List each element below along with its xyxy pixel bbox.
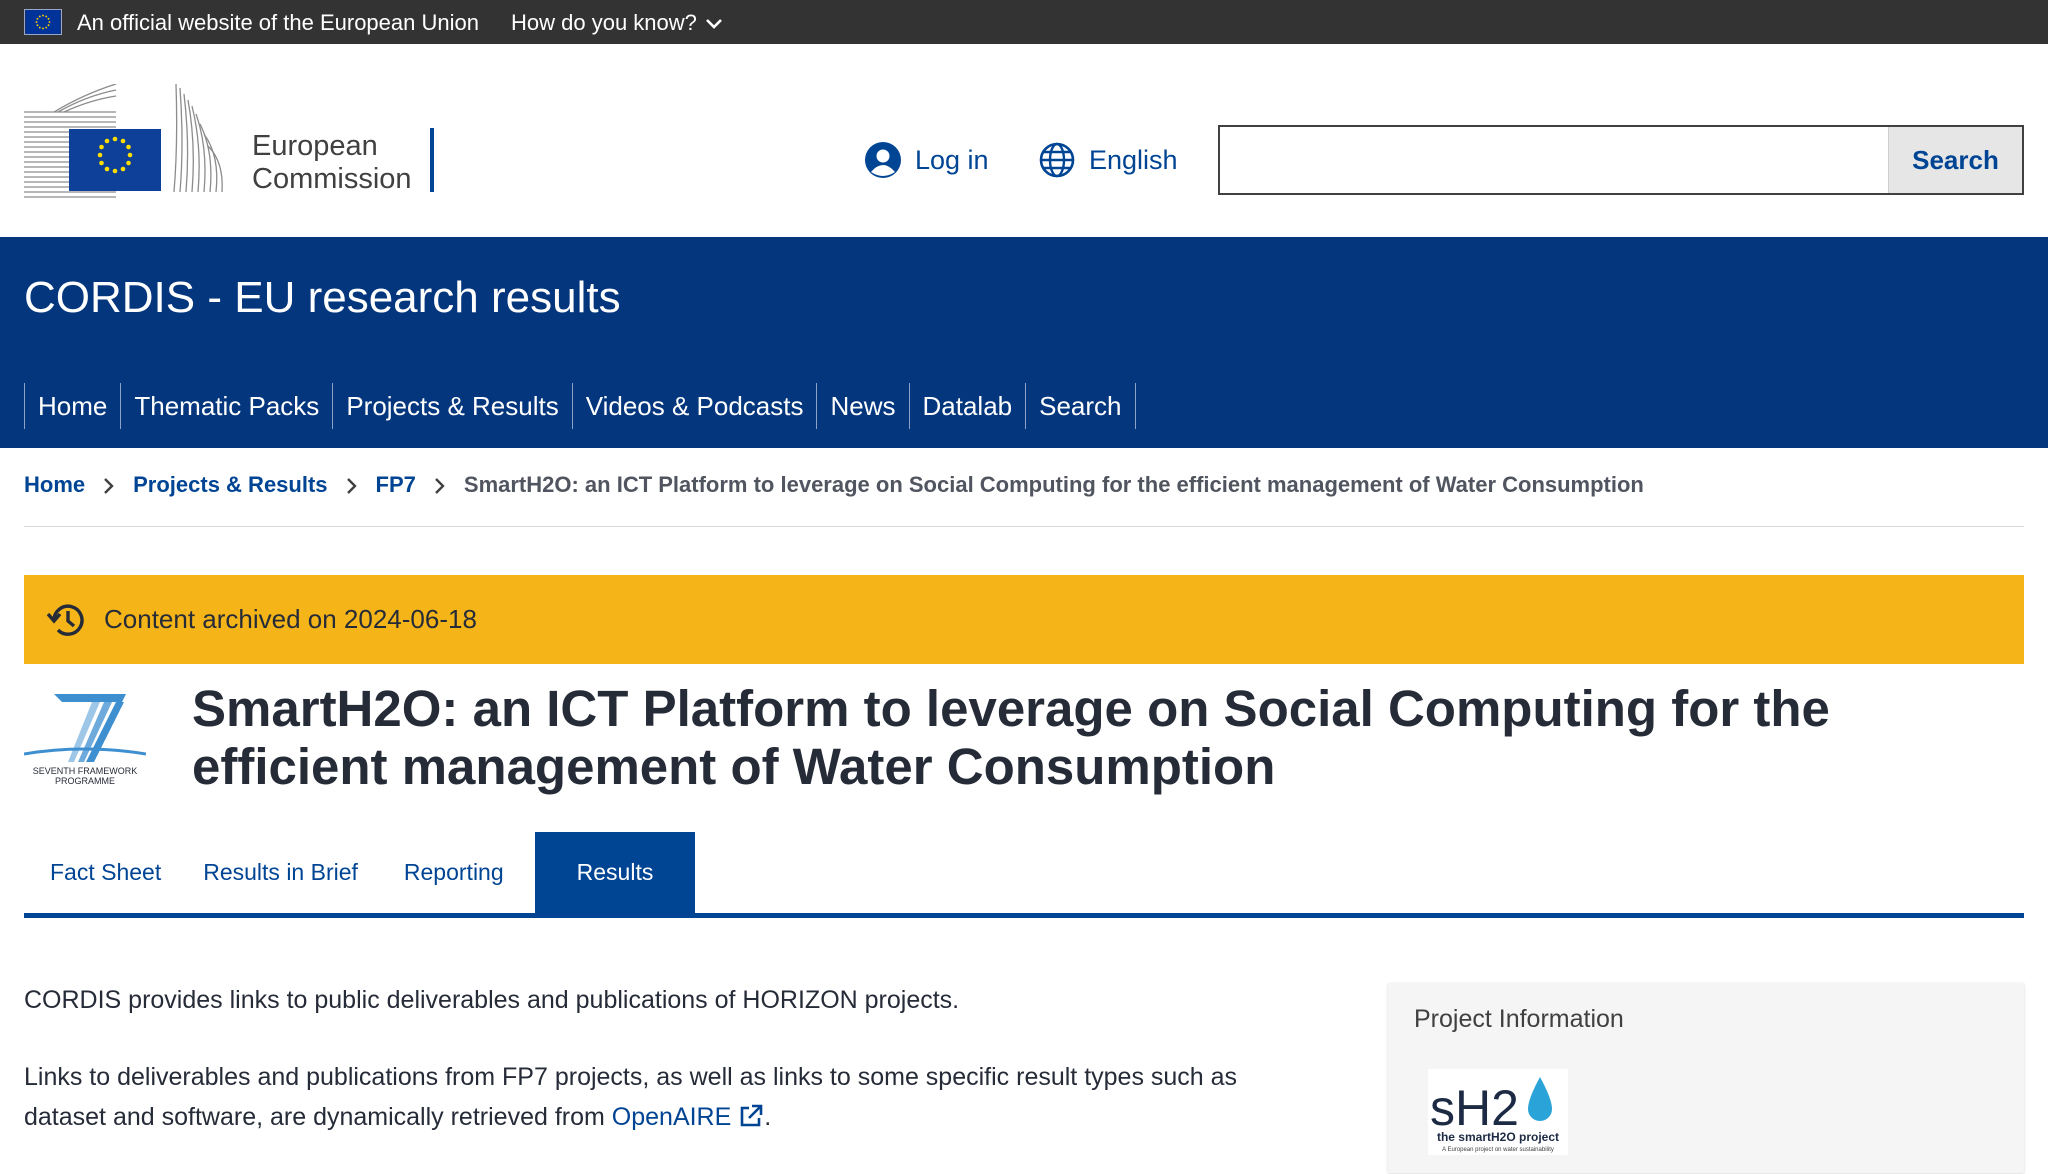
chevron-right-icon xyxy=(103,472,115,500)
language-label: English xyxy=(1089,144,1178,175)
site-header: European Commission Log in English Searc… xyxy=(0,44,2048,237)
breadcrumb-current: SmartH2O: an ICT Platform to leverage on… xyxy=(463,472,1644,497)
breadcrumb-fp7[interactable]: FP7 xyxy=(376,472,416,498)
site-banner: CORDIS - EU research results Home Themat… xyxy=(0,237,2048,448)
project-information-panel: Project Information sH2 the smartH2O pro… xyxy=(1388,983,2024,1173)
archived-notice: Content archived on 2024-06-18 xyxy=(24,575,2024,664)
user-icon xyxy=(865,142,901,178)
smarth2o-logo-text: sH2 xyxy=(1430,1080,1519,1136)
european-commission-logo[interactable]: European Commission xyxy=(24,84,444,204)
history-icon xyxy=(46,604,84,636)
breadcrumb-home[interactable]: Home xyxy=(24,472,85,498)
tab-results-in-brief[interactable]: Results in Brief xyxy=(187,832,378,913)
search-button[interactable]: Search xyxy=(1888,127,2022,193)
tab-reporting[interactable]: Reporting xyxy=(378,832,535,913)
language-selector[interactable]: English xyxy=(1039,142,1178,178)
openaire-link[interactable]: OpenAIRE xyxy=(612,1103,764,1131)
smarth2o-logo-caption: the smartH2O project xyxy=(1437,1130,1559,1144)
login-link[interactable]: Log in xyxy=(865,142,989,178)
main-navigation: Home Thematic Packs Projects & Results V… xyxy=(24,383,1136,429)
nav-item-projects-results[interactable]: Projects & Results xyxy=(332,383,571,429)
logo-line-2: Commission xyxy=(252,163,412,195)
project-tabs: Fact Sheet Results in Brief Reporting Re… xyxy=(24,832,2024,918)
tab-results[interactable]: Results xyxy=(534,832,696,913)
nav-item-thematic-packs[interactable]: Thematic Packs xyxy=(120,383,332,429)
eu-flag-icon xyxy=(24,9,62,35)
eu-top-bar: An official website of the European Unio… xyxy=(0,0,2048,44)
nav-item-news[interactable]: News xyxy=(816,383,908,429)
main-content: CORDIS provides links to public delivera… xyxy=(24,980,1324,1174)
content-paragraph-1: CORDIS provides links to public delivera… xyxy=(24,986,960,1014)
fp7-logo: SEVENTH FRAMEWORK PROGRAMME xyxy=(24,694,146,786)
smarth2o-logo: sH2 the smartH2O project A European proj… xyxy=(1428,1069,1568,1155)
logo-line-1: European xyxy=(252,130,378,162)
fp7-caption-1: SEVENTH FRAMEWORK xyxy=(33,766,138,776)
nav-item-home[interactable]: Home xyxy=(24,383,120,429)
project-title: SmartH2O: an ICT Platform to leverage on… xyxy=(192,680,1830,795)
search-input[interactable] xyxy=(1220,127,1888,193)
nav-item-datalab[interactable]: Datalab xyxy=(908,383,1026,429)
nav-item-search[interactable]: Search xyxy=(1025,383,1136,429)
search-form: Search xyxy=(1218,125,2024,195)
tab-fact-sheet[interactable]: Fact Sheet xyxy=(24,832,187,913)
breadcrumb: Home Projects & Results FP7 SmartH2O: an… xyxy=(24,472,2024,527)
nav-item-videos-podcasts[interactable]: Videos & Podcasts xyxy=(571,383,817,429)
external-link-icon xyxy=(740,1104,763,1127)
login-label: Log in xyxy=(915,144,989,175)
archived-text: Content archived on 2024-06-18 xyxy=(104,604,477,634)
breadcrumb-projects-results[interactable]: Projects & Results xyxy=(133,472,327,498)
site-title[interactable]: CORDIS - EU research results xyxy=(24,273,621,323)
chevron-right-icon xyxy=(346,472,358,500)
eu-official-text: An official website of the European Unio… xyxy=(77,10,479,35)
globe-icon xyxy=(1039,142,1075,178)
chevron-right-icon xyxy=(434,472,446,500)
how-do-you-know-label: How do you know? xyxy=(511,10,697,35)
content-paragraph-2: Links to deliverables and publications f… xyxy=(24,1057,1324,1137)
how-do-you-know-toggle[interactable]: How do you know? xyxy=(511,10,723,36)
fp7-caption-2: PROGRAMME xyxy=(55,776,115,786)
openaire-link-label: OpenAIRE xyxy=(611,1103,732,1131)
chevron-down-icon xyxy=(705,19,722,29)
project-information-title: Project Information xyxy=(1414,1005,1624,1033)
smarth2o-logo-subcaption: A European project on water sustainabili… xyxy=(1442,1147,1554,1153)
paragraph-2-end: . xyxy=(764,1103,772,1131)
